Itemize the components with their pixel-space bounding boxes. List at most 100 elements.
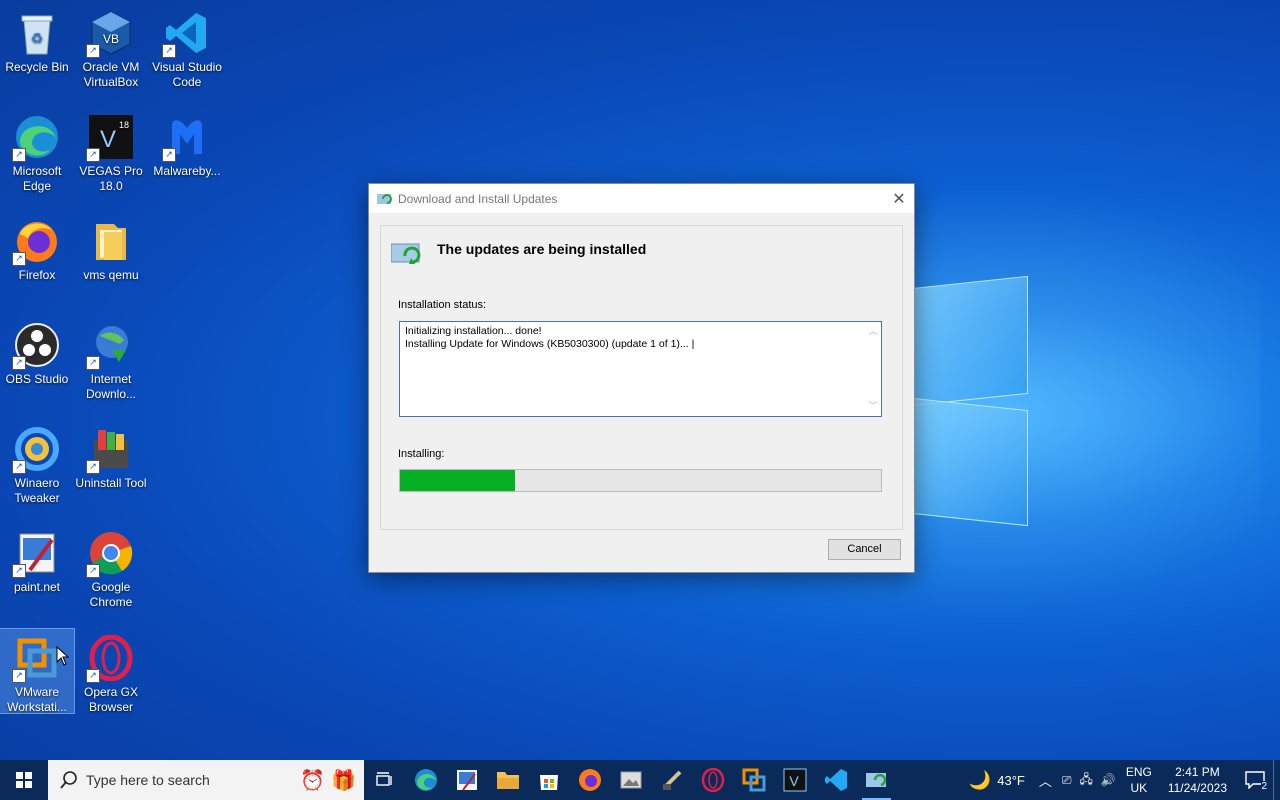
dialog-content-panel: The updates are being installed Installa… — [380, 225, 903, 530]
opera-gx-icon — [701, 768, 724, 792]
svg-text:VB: VB — [103, 32, 119, 46]
desktop-icon-label: Recycle Bin — [5, 60, 69, 74]
wallpaper-pane — [912, 397, 1028, 527]
alarm-clock-icon[interactable]: ⏰ — [300, 768, 325, 793]
progress-fill — [400, 470, 516, 491]
vmware-workstation-icon: ↗ — [12, 635, 60, 683]
paint-net-icon — [456, 770, 477, 791]
clock-date: 11/24/2023 — [1167, 781, 1227, 795]
desktop-icon-edge[interactable]: ↗ Microsoft Edge — [0, 108, 74, 194]
show-desktop-button[interactable] — [1273, 760, 1280, 800]
windows-icon — [16, 772, 32, 788]
desktop-icon-obs[interactable]: ↗ OBS Studio — [0, 316, 74, 387]
desktop-icon-virtualbox[interactable]: VB ↗ Oracle VM VirtualBox — [74, 4, 148, 90]
chevron-up-icon[interactable]: ︿ — [1039, 771, 1052, 790]
taskbar-vmware[interactable] — [733, 760, 774, 800]
uninstall-tool-icon — [662, 770, 681, 790]
taskbar-clock[interactable]: 2:41 PM 11/24/2023 — [1168, 764, 1227, 796]
start-button[interactable] — [0, 760, 48, 800]
weather-temperature[interactable]: 43°F — [997, 773, 1025, 788]
update-icon — [865, 773, 886, 787]
task-view-button[interactable] — [364, 760, 405, 800]
weather-moon-icon[interactable]: 🌙 — [969, 770, 991, 791]
update-dialog: Download and Install Updates ✕ The updat… — [368, 183, 915, 573]
scroll-up-icon[interactable]: ︿ — [865, 325, 881, 338]
update-icon — [377, 192, 393, 206]
svg-text:V: V — [100, 126, 116, 153]
taskbar-vegas-pro[interactable]: V — [774, 760, 815, 800]
firefox-icon: ↗ — [12, 218, 60, 266]
taskbar-windows-update[interactable] — [856, 760, 897, 800]
shortcut-arrow-icon: ↗ — [86, 460, 100, 474]
meet-now-icon[interactable]: ⎚ — [1062, 773, 1072, 788]
language-indicator[interactable]: ENG UK — [1126, 764, 1152, 796]
taskbar-search-box[interactable]: Type here to search ⏰ 🎁 — [48, 760, 364, 800]
cancel-button[interactable]: Cancel — [828, 539, 901, 560]
taskbar-uninstall-tool[interactable] — [651, 760, 692, 800]
desktop-icon-firefox[interactable]: ↗ Firefox — [0, 212, 74, 283]
shortcut-arrow-icon: ↗ — [86, 148, 100, 162]
status-scrollbar[interactable]: ︿ ﹀ — [865, 322, 881, 416]
desktop-icon-chrome[interactable]: ↗ Google Chrome — [74, 524, 148, 610]
search-placeholder: Type here to search — [86, 772, 210, 788]
desktop-icon-winaero[interactable]: ↗ Winaero Tweaker — [0, 420, 74, 506]
desktop-icon-label: VMware Workstati... — [7, 685, 67, 714]
close-icon[interactable]: ✕ — [884, 189, 914, 209]
shortcut-arrow-icon: ↗ — [12, 148, 26, 162]
search-icon — [60, 771, 77, 789]
dialog-title: Download and Install Updates — [398, 191, 558, 206]
desktop-icon-vms-qemu[interactable]: vms qemu — [74, 212, 148, 283]
desktop-icon-vscode[interactable]: ↗ Visual Studio Code — [150, 4, 224, 90]
chrome-icon: ↗ — [86, 530, 134, 578]
notification-center-button[interactable]: 2 — [1237, 760, 1273, 800]
taskbar-opera-gx[interactable] — [692, 760, 733, 800]
store-icon — [539, 775, 558, 790]
desktop-icon-label: Winaero Tweaker — [14, 476, 60, 505]
desktop-icon-paint-net[interactable]: ↗ paint.net — [0, 524, 74, 595]
desktop-icon-label: Google Chrome — [89, 580, 133, 609]
desktop-icon-uninstall-tool[interactable]: ↗ Uninstall Tool — [74, 420, 148, 491]
taskbar-file-explorer[interactable] — [487, 760, 528, 800]
taskbar-vscode[interactable] — [815, 760, 856, 800]
desktop-icon-vegas[interactable]: V 18 ↗ VEGAS Pro 18.0 — [74, 108, 148, 194]
vscode-icon — [824, 769, 847, 791]
desktop-icon-label: OBS Studio — [5, 372, 69, 386]
shortcut-arrow-icon: ↗ — [86, 356, 100, 370]
wallpaper-pane — [912, 275, 1028, 407]
vscode-icon: ↗ — [162, 10, 210, 58]
shortcut-arrow-icon: ↗ — [86, 44, 100, 58]
desktop-icon-opera-gx[interactable]: ↗ Opera GX Browser — [74, 629, 148, 715]
taskbar-firefox[interactable] — [569, 760, 610, 800]
desktop-icon-recycle-bin[interactable]: ♻ Recycle Bin — [0, 4, 74, 75]
vegas-pro-icon: V 18 ↗ — [86, 114, 134, 162]
volume-icon[interactable]: 🔊 — [1101, 773, 1116, 787]
taskbar-edge[interactable] — [405, 760, 446, 800]
vegas-pro-icon: V — [783, 768, 806, 792]
network-icon[interactable]: 🖧 — [1079, 770, 1092, 791]
shortcut-arrow-icon: ↗ — [86, 564, 100, 578]
shortcut-arrow-icon: ↗ — [12, 669, 26, 683]
taskbar-photos[interactable] — [610, 760, 651, 800]
svg-text:18: 18 — [119, 120, 129, 130]
desktop-icon-vmware[interactable]: ↗ VMware Workstati... — [0, 628, 75, 714]
desktop-icon-internet-download[interactable]: ↗ Internet Downlo... — [74, 316, 148, 402]
desktop-icon-label: VEGAS Pro 18.0 — [79, 164, 143, 193]
shortcut-arrow-icon: ↗ — [12, 252, 26, 266]
update-heading-icon — [390, 240, 425, 266]
dialog-titlebar[interactable]: Download and Install Updates ✕ — [369, 184, 914, 213]
taskbar-store[interactable] — [528, 760, 569, 800]
desktop-icon-label: Oracle VM VirtualBox — [82, 60, 140, 89]
taskbar-paint-net[interactable] — [446, 760, 487, 800]
install-progress-bar — [399, 469, 882, 492]
scroll-down-icon[interactable]: ﹀ — [865, 400, 881, 413]
installation-status-log[interactable]: Initializing installation... done! Insta… — [399, 321, 882, 417]
desktop-icon-label: vms qemu — [83, 268, 139, 282]
gift-icon[interactable]: 🎁 — [331, 768, 356, 793]
progress-label: Installing: — [398, 448, 445, 460]
svg-text:♻: ♻ — [31, 30, 44, 46]
photos-icon — [620, 771, 641, 789]
desktop-icon-label: Uninstall Tool — [75, 476, 147, 490]
notification-count-badge: 2 — [1261, 781, 1267, 792]
desktop-icon-malwarebytes[interactable]: ↗ Malwareby... — [150, 108, 224, 179]
clock-time: 2:41 PM — [1175, 765, 1220, 779]
